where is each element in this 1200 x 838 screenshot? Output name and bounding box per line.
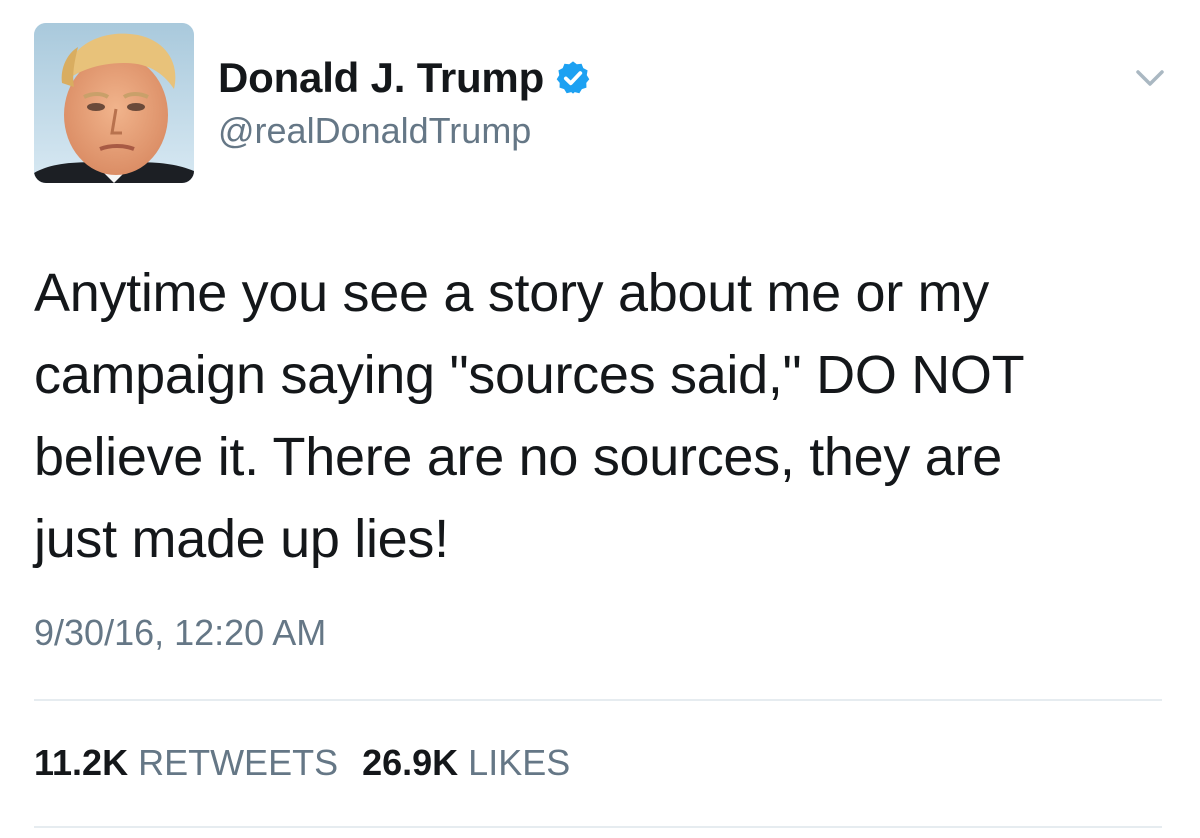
profile-photo-icon	[34, 23, 194, 183]
divider	[34, 699, 1162, 701]
tweet-timestamp[interactable]: 9/30/16, 12:20 AM	[34, 612, 326, 654]
name-row: Donald J. Trump	[218, 54, 592, 102]
tweet-text: Anytime you see a story about me or my c…	[34, 263, 1025, 569]
retweets-label: RETWEETS	[138, 742, 339, 783]
chevron-down-icon[interactable]	[1130, 64, 1170, 94]
author-block: Donald J. Trump @realDonaldTrump	[218, 54, 592, 152]
author-handle[interactable]: @realDonaldTrump	[218, 110, 592, 152]
avatar[interactable]	[34, 23, 194, 183]
divider	[34, 826, 1162, 828]
retweets-stat[interactable]: 11.2K RETWEETS	[34, 742, 338, 784]
retweets-count: 11.2K	[34, 742, 129, 783]
tweet-card: Donald J. Trump @realDonaldTrump Anytime…	[0, 0, 1200, 838]
likes-count: 26.9K	[362, 742, 459, 783]
likes-label: LIKES	[468, 742, 571, 783]
tweet-stats: 11.2K RETWEETS 26.9K LIKES	[34, 742, 594, 784]
verified-badge-icon	[554, 59, 592, 97]
likes-stat[interactable]: 26.9K LIKES	[362, 742, 570, 784]
author-name[interactable]: Donald J. Trump	[218, 54, 544, 102]
